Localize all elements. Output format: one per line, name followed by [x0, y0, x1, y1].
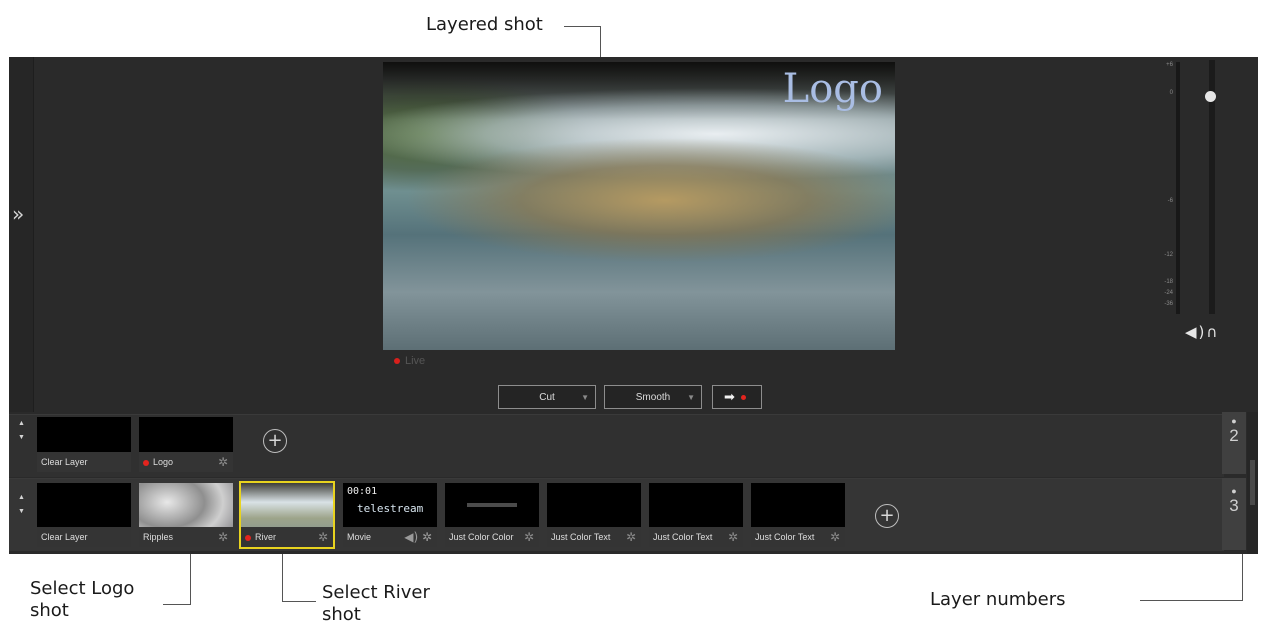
shot-label: River	[255, 532, 277, 542]
arrow-right-icon: ➡	[724, 389, 735, 405]
layer-reorder-arrows[interactable]: ▲ ▼	[18, 417, 25, 445]
shot-tile[interactable]: Just Color Color ✲	[445, 483, 539, 547]
movie-audio-gear-icons[interactable]: ◀) ✲	[404, 530, 432, 544]
movie-brand-logo: telestream	[357, 502, 424, 515]
callout-select-logo-line1: Select Logo	[30, 578, 135, 599]
callout-select-logo: Select Logo shot	[30, 578, 134, 622]
expand-panel-icon[interactable]: »	[12, 202, 24, 226]
callout-layer-numbers: Layer numbers	[930, 589, 1066, 610]
take-transition-button[interactable]: ➡	[712, 385, 762, 409]
color-bar-preview	[467, 503, 517, 507]
audio-level-meter: +6 0 -6 -12 -18 -24 -36	[1163, 62, 1183, 314]
meter-label: -6	[1167, 198, 1173, 204]
switcher-window: » Logo Live Cut ▼ Smooth ▼ ➡ +6 0 -6 -12…	[9, 57, 1258, 554]
layer-row: ▲ ▼ Clear Layer Ripples ✲ River ✲ 00:01 …	[9, 478, 1224, 551]
headphones-icon[interactable]: ∩	[1206, 323, 1219, 341]
shot-tile[interactable]: Clear Layer	[37, 417, 131, 472]
side-panel-toggle-strip[interactable]: »	[9, 57, 34, 412]
live-indicator: Live	[394, 355, 425, 367]
chevron-down-icon: ▼	[687, 392, 695, 402]
transition-cut-label: Cut	[539, 391, 555, 403]
shot-tile[interactable]: Just Color Text ✲	[649, 483, 743, 547]
callout-line	[282, 601, 316, 602]
program-preview: Logo	[383, 62, 895, 350]
gear-icon[interactable]: ✲	[218, 530, 228, 544]
move-down-icon[interactable]: ▼	[18, 431, 25, 445]
gear-icon[interactable]: ✲	[218, 455, 228, 469]
meter-label: -24	[1164, 290, 1173, 296]
shot-label: Logo	[153, 457, 174, 467]
move-up-icon[interactable]: ▲	[18, 491, 25, 505]
layer-reorder-arrows[interactable]: ▲ ▼	[18, 491, 25, 519]
shot-label: Clear Layer	[37, 527, 131, 547]
add-shot-button[interactable]: +	[263, 429, 287, 453]
live-dot-icon	[394, 358, 400, 364]
callout-line	[1140, 600, 1243, 601]
gear-icon[interactable]: ✲	[728, 530, 738, 544]
live-label: Live	[405, 355, 426, 367]
callout-line	[564, 26, 600, 27]
meter-label: -36	[1164, 301, 1173, 307]
meter-label: 0	[1169, 90, 1173, 96]
layer-number-text: 3	[1229, 496, 1239, 515]
layer-dot-icon: ●	[1231, 486, 1237, 496]
move-down-icon[interactable]: ▼	[18, 505, 25, 519]
transition-smooth-label: Smooth	[635, 391, 671, 403]
layer-dot-icon: ●	[1231, 416, 1237, 426]
transition-cut-dropdown[interactable]: Cut ▼	[498, 385, 596, 409]
shot-tile-ripples[interactable]: Ripples ✲	[139, 483, 233, 547]
shot-tile-movie[interactable]: 00:01 telestream Movie ◀) ✲	[343, 483, 437, 547]
layer-number-text: 2	[1229, 426, 1239, 445]
layer-number-2[interactable]: ● 2	[1222, 412, 1246, 474]
live-dot-icon	[143, 459, 149, 466]
shot-label: Clear Layer	[37, 452, 131, 472]
callout-select-river: Select River shot	[322, 582, 430, 626]
shot-tile[interactable]: Just Color Text ✲	[751, 483, 845, 547]
layer-number-3[interactable]: ● 3	[1222, 478, 1246, 550]
shot-tile[interactable]: Just Color Text ✲	[547, 483, 641, 547]
meter-label: -18	[1164, 279, 1173, 285]
scrollbar-thumb[interactable]	[1250, 460, 1255, 505]
shot-tile-logo[interactable]: Logo ✲	[139, 417, 233, 472]
audio-controls: ◀)∩	[1185, 323, 1219, 341]
layer-row: ▲ ▼ Clear Layer Logo ✲ +	[9, 414, 1224, 477]
chevron-down-icon: ▼	[581, 392, 589, 402]
gear-icon[interactable]: ✲	[830, 530, 840, 544]
meter-label: -12	[1164, 252, 1173, 258]
meter-label: +6	[1166, 62, 1173, 68]
transition-smooth-dropdown[interactable]: Smooth ▼	[604, 385, 702, 409]
logo-overlay-text: Logo	[782, 66, 883, 112]
callout-layered-shot: Layered shot	[426, 14, 543, 35]
layers-scrollbar[interactable]	[1247, 412, 1258, 554]
shot-tile[interactable]: Clear Layer	[37, 483, 131, 547]
meter-bar	[1176, 62, 1180, 314]
volume-fader-handle[interactable]	[1205, 91, 1216, 102]
move-up-icon[interactable]: ▲	[18, 417, 25, 431]
gear-icon[interactable]: ✲	[318, 530, 328, 544]
callout-select-logo-line2: shot	[30, 600, 69, 621]
speaker-icon[interactable]: ◀)	[1185, 323, 1206, 341]
record-dot-icon	[740, 394, 746, 400]
movie-timecode: 00:01	[347, 486, 378, 497]
live-dot-icon	[245, 534, 251, 541]
gear-icon[interactable]: ✲	[524, 530, 534, 544]
gear-icon[interactable]: ✲	[626, 530, 636, 544]
shot-tile-river[interactable]: River ✲	[239, 481, 335, 549]
add-shot-button[interactable]: +	[875, 504, 899, 528]
callout-select-river-line1: Select River	[322, 582, 430, 603]
callout-line	[163, 604, 191, 605]
